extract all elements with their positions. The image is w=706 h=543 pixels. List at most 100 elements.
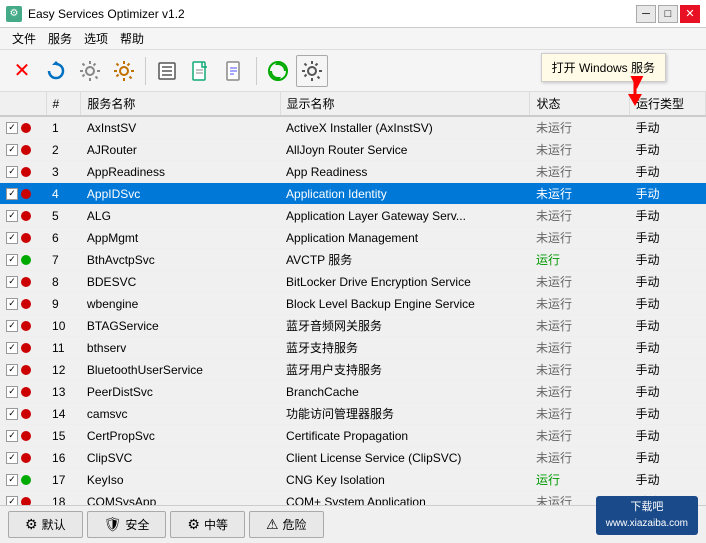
table-row[interactable]: 8 BDESVC BitLocker Drive Encryption Serv…: [0, 271, 706, 293]
checkbox[interactable]: [6, 386, 18, 398]
row-service-name: COMSysApp: [81, 491, 280, 506]
table-row[interactable]: 13 PeerDistSvc BranchCache 未运行 手动: [0, 381, 706, 403]
row-type: 手动: [630, 469, 706, 491]
table-row[interactable]: 7 BthAvctpSvc AVCTP 服务 运行 手动: [0, 249, 706, 271]
checkbox[interactable]: [6, 232, 18, 244]
refresh-button[interactable]: [40, 55, 72, 87]
row-checkbox[interactable]: [0, 183, 46, 205]
row-num: 1: [46, 116, 81, 139]
row-checkbox[interactable]: [0, 227, 46, 249]
table-row[interactable]: 16 ClipSVC Client License Service (ClipS…: [0, 447, 706, 469]
table-row[interactable]: 14 camsvc 功能访问管理器服务 未运行 手动: [0, 403, 706, 425]
table-row[interactable]: 1 AxInstSV ActiveX Installer (AxInstSV) …: [0, 116, 706, 139]
row-checkbox[interactable]: [0, 381, 46, 403]
row-checkbox[interactable]: [0, 116, 46, 139]
chart-button[interactable]: [219, 55, 251, 87]
row-num: 9: [46, 293, 81, 315]
list-button[interactable]: [151, 55, 183, 87]
row-checkbox[interactable]: [0, 249, 46, 271]
row-checkbox[interactable]: [0, 205, 46, 227]
windows-services-button[interactable]: [296, 55, 328, 87]
maximize-button[interactable]: □: [658, 5, 678, 23]
checkbox[interactable]: [6, 408, 18, 420]
checkbox[interactable]: [6, 496, 18, 506]
row-type: 手动: [630, 161, 706, 183]
danger-button[interactable]: ⚠ 危险: [249, 511, 324, 538]
minimize-button[interactable]: ─: [636, 5, 656, 23]
menu-file[interactable]: 文件: [6, 28, 42, 49]
table-row[interactable]: 15 CertPropSvc Certificate Propagation 未…: [0, 425, 706, 447]
checkbox[interactable]: [6, 320, 18, 332]
row-service-name: BluetoothUserService: [81, 359, 280, 381]
row-display-name: Application Management: [280, 227, 530, 249]
row-display-name: 蓝牙用户支持服务: [280, 359, 530, 381]
row-checkbox[interactable]: [0, 491, 46, 506]
row-service-name: AppMgmt: [81, 227, 280, 249]
checkbox[interactable]: [6, 276, 18, 288]
table-row[interactable]: 4 AppIDSvc Application Identity 未运行 手动: [0, 183, 706, 205]
status-dot: [21, 497, 31, 506]
row-checkbox[interactable]: [0, 161, 46, 183]
settings-button-2[interactable]: [108, 55, 140, 87]
table-row[interactable]: 5 ALG Application Layer Gateway Serv... …: [0, 205, 706, 227]
row-num: 11: [46, 337, 81, 359]
medium-button[interactable]: ⚙ 中等: [170, 511, 245, 538]
status-dot: [21, 299, 31, 309]
checkbox[interactable]: [6, 298, 18, 310]
menu-service[interactable]: 服务: [42, 28, 78, 49]
table-row[interactable]: 6 AppMgmt Application Management 未运行 手动: [0, 227, 706, 249]
checkbox[interactable]: [6, 166, 18, 178]
row-num: 16: [46, 447, 81, 469]
row-checkbox[interactable]: [0, 447, 46, 469]
table-row[interactable]: 17 KeyIso CNG Key Isolation 运行 手动: [0, 469, 706, 491]
table-row[interactable]: 10 BTAGService 蓝牙音频网关服务 未运行 手动: [0, 315, 706, 337]
row-display-name: ActiveX Installer (AxInstSV): [280, 116, 530, 139]
row-checkbox[interactable]: [0, 337, 46, 359]
row-service-name: AJRouter: [81, 139, 280, 161]
status-dot: [21, 233, 31, 243]
checkbox[interactable]: [6, 342, 18, 354]
row-checkbox[interactable]: [0, 403, 46, 425]
checkbox[interactable]: [6, 364, 18, 376]
row-num: 13: [46, 381, 81, 403]
red-pointer-arrow: [620, 76, 650, 109]
row-status: 未运行: [530, 447, 630, 469]
row-checkbox[interactable]: [0, 425, 46, 447]
default-icon: ⚙: [25, 516, 38, 533]
row-status: 未运行: [530, 337, 630, 359]
checkbox[interactable]: [6, 452, 18, 464]
row-checkbox[interactable]: [0, 359, 46, 381]
checkbox[interactable]: [6, 210, 18, 222]
checkbox[interactable]: [6, 474, 18, 486]
services-table-container[interactable]: # 服务名称 显示名称 状态 运行类型 1 AxInstSV ActiveX I…: [0, 92, 706, 505]
safe-button[interactable]: 🛡 安全: [87, 511, 167, 538]
table-row[interactable]: 11 bthserv 蓝牙支持服务 未运行 手动: [0, 337, 706, 359]
row-status: 未运行: [530, 359, 630, 381]
row-num: 15: [46, 425, 81, 447]
sync-button[interactable]: [262, 55, 294, 87]
checkbox[interactable]: [6, 188, 18, 200]
row-checkbox[interactable]: [0, 271, 46, 293]
table-row[interactable]: 2 AJRouter AllJoyn Router Service 未运行 手动: [0, 139, 706, 161]
table-row[interactable]: 9 wbengine Block Level Backup Engine Ser…: [0, 293, 706, 315]
row-num: 4: [46, 183, 81, 205]
checkbox[interactable]: [6, 254, 18, 266]
table-row[interactable]: 12 BluetoothUserService 蓝牙用户支持服务 未运行 手动: [0, 359, 706, 381]
checkbox[interactable]: [6, 430, 18, 442]
menu-help[interactable]: 帮助: [114, 28, 150, 49]
row-checkbox[interactable]: [0, 139, 46, 161]
doc-button[interactable]: [185, 55, 217, 87]
settings-button-1[interactable]: [74, 55, 106, 87]
checkbox[interactable]: [6, 122, 18, 134]
table-row[interactable]: 3 AppReadiness App Readiness 未运行 手动: [0, 161, 706, 183]
row-checkbox[interactable]: [0, 315, 46, 337]
menu-options[interactable]: 选项: [78, 28, 114, 49]
row-checkbox[interactable]: [0, 469, 46, 491]
close-button[interactable]: ✕: [680, 5, 700, 23]
row-checkbox[interactable]: [0, 293, 46, 315]
default-label: 默认: [42, 516, 66, 533]
stop-button[interactable]: ✕: [6, 55, 38, 87]
checkbox[interactable]: [6, 144, 18, 156]
default-button[interactable]: ⚙ 默认: [8, 511, 83, 538]
row-display-name: 蓝牙支持服务: [280, 337, 530, 359]
